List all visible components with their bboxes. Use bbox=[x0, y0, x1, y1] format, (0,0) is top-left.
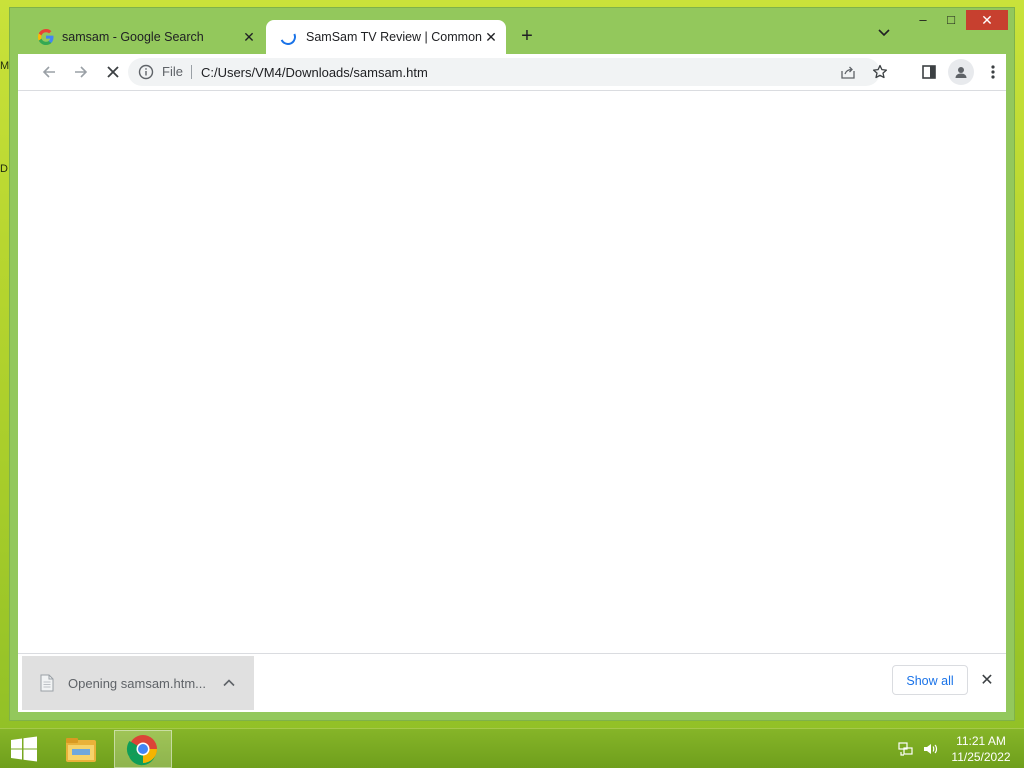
info-icon[interactable] bbox=[138, 64, 154, 80]
share-icon[interactable] bbox=[840, 64, 856, 80]
volume-icon[interactable] bbox=[922, 741, 938, 757]
chrome-taskbar-button[interactable] bbox=[114, 730, 172, 768]
download-item[interactable]: Opening samsam.htm... bbox=[22, 656, 254, 710]
taskbar: 11:21 AM 11/25/2022 bbox=[0, 728, 1024, 768]
google-g-icon bbox=[38, 29, 54, 45]
clock-time: 11:21 AM bbox=[956, 734, 1006, 748]
system-clock[interactable]: 11:21 AM 11/25/2022 bbox=[944, 733, 1018, 765]
tab-samsam-review[interactable]: SamSam TV Review | Common S ✕ bbox=[266, 20, 506, 54]
clock-date: 11/25/2022 bbox=[951, 750, 1011, 764]
maximize-button[interactable]: □ bbox=[938, 10, 964, 30]
loading-spinner-icon bbox=[277, 26, 299, 48]
kebab-menu-icon[interactable] bbox=[980, 59, 1006, 85]
browser-window: samsam - Google Search ✕ SamSam TV Revie… bbox=[10, 8, 1014, 720]
chrome-icon bbox=[126, 735, 157, 766]
tab-strip: samsam - Google Search ✕ SamSam TV Revie… bbox=[10, 8, 1014, 54]
desktop-icon-label-fragment[interactable]: M bbox=[0, 60, 9, 72]
plus-icon[interactable]: + bbox=[515, 24, 539, 48]
file-explorer-button[interactable] bbox=[60, 732, 102, 766]
side-panel-icon[interactable] bbox=[916, 59, 942, 85]
start-button[interactable] bbox=[8, 735, 40, 763]
minimize-button[interactable]: – bbox=[910, 10, 936, 30]
person-icon[interactable] bbox=[948, 59, 974, 85]
tab-title: SamSam TV Review | Common S bbox=[306, 30, 482, 44]
star-icon[interactable] bbox=[872, 64, 888, 80]
tab-google-search[interactable]: samsam - Google Search ✕ bbox=[28, 20, 264, 54]
download-item-label: Opening samsam.htm... bbox=[68, 675, 206, 691]
arrow-right-icon[interactable] bbox=[68, 59, 94, 85]
url-text[interactable]: C:/Users/VM4/Downloads/samsam.htm bbox=[201, 65, 428, 80]
url-scheme-label: File bbox=[162, 65, 192, 79]
close-icon[interactable]: ✕ bbox=[978, 672, 996, 690]
file-icon bbox=[40, 674, 54, 692]
network-icon[interactable] bbox=[898, 741, 914, 757]
chevron-down-icon[interactable] bbox=[874, 26, 894, 46]
desktop: M D samsam - Google Search ✕ SamSam TV R… bbox=[0, 0, 1024, 768]
stop-loading-button[interactable] bbox=[100, 59, 126, 85]
window-close-button[interactable]: ✕ bbox=[966, 10, 1008, 30]
chevron-up-icon[interactable] bbox=[222, 676, 236, 690]
show-all-button[interactable]: Show all bbox=[892, 665, 968, 695]
folder-icon bbox=[66, 738, 96, 762]
page-content[interactable] bbox=[18, 91, 1006, 653]
address-bar[interactable]: File C:/Users/VM4/Downloads/samsam.htm bbox=[128, 58, 888, 86]
browser-toolbar: File C:/Users/VM4/Downloads/samsam.htm bbox=[18, 54, 1006, 91]
download-bar: Opening samsam.htm... Show all ✕ bbox=[18, 653, 1006, 712]
close-icon bbox=[107, 66, 119, 78]
close-icon[interactable]: ✕ bbox=[482, 28, 500, 46]
desktop-icon-label-fragment[interactable]: D bbox=[0, 163, 8, 175]
tab-title: samsam - Google Search bbox=[62, 30, 204, 44]
windows-logo-icon bbox=[11, 736, 37, 762]
arrow-left-icon[interactable] bbox=[36, 59, 62, 85]
close-icon[interactable]: ✕ bbox=[240, 28, 258, 46]
